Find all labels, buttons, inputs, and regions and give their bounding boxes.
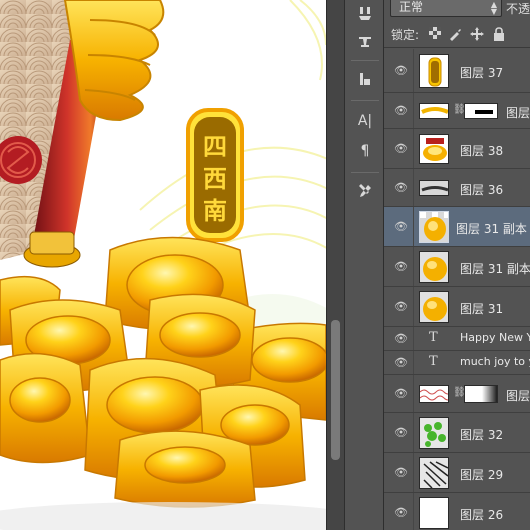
lock-position-icon[interactable]: [470, 27, 484, 41]
eye-column-divider: [413, 453, 414, 492]
blend-mode-select[interactable]: 正常 ▲ ▼: [390, 0, 502, 17]
lock-bar: 锁定:: [384, 22, 530, 48]
document-canvas[interactable]: 四 西 南: [0, 0, 326, 530]
layer-name[interactable]: 图层 31 副本: [460, 260, 530, 277]
layer-name[interactable]: 图层 37: [460, 64, 503, 81]
clone-source-icon[interactable]: [352, 30, 378, 52]
visibility-eye-icon[interactable]: 👁: [394, 356, 408, 370]
lock-all-icon[interactable]: [492, 27, 506, 41]
layer-row-text[interactable]: 👁 T much joy to y: [384, 351, 530, 375]
eye-column-divider: [413, 287, 414, 326]
golden-seal: 四 西 南: [186, 108, 244, 242]
layer-thumbnail: [419, 457, 449, 489]
seal-char-3: 南: [203, 196, 227, 225]
layer-row[interactable]: 👁 图层 36: [384, 169, 530, 207]
visibility-eye-icon[interactable]: 👁: [394, 181, 408, 195]
eye-column-divider: [413, 327, 414, 350]
visibility-eye-icon[interactable]: 👁: [394, 220, 408, 234]
eye-column-divider: [413, 129, 414, 168]
visibility-eye-icon[interactable]: 👁: [394, 142, 408, 156]
layer-name[interactable]: 图层 38: [460, 142, 503, 159]
layer-thumbnail: [419, 103, 449, 119]
eye-column-divider: [413, 413, 414, 452]
eye-column-divider: [413, 493, 414, 530]
eye-column-divider: [413, 49, 414, 92]
layer-name[interactable]: 图层 31: [460, 300, 503, 317]
layer-thumbnail: [419, 251, 449, 283]
paragraph-icon[interactable]: ¶: [352, 140, 378, 162]
layer-name[interactable]: Happy New Y: [460, 331, 530, 344]
seal-char-1: 四: [203, 132, 227, 161]
layers-panel: 正常 ▲ ▼ 不透 锁定: 👁 图层 37 👁 ⛓ 图层 👁 图层 38 👁 图…: [384, 0, 530, 530]
eye-column-divider: [413, 375, 414, 412]
layer-name[interactable]: 图层 29: [460, 466, 503, 483]
tool-separator: [351, 100, 379, 101]
visibility-eye-icon[interactable]: 👁: [394, 426, 408, 440]
layer-mask-thumbnail[interactable]: [464, 385, 498, 403]
eye-column-divider: [413, 93, 414, 128]
visibility-eye-icon[interactable]: 👁: [394, 260, 408, 274]
eye-column-divider: [413, 351, 414, 374]
layer-row[interactable]: 👁 ⛓ 图层: [384, 375, 530, 413]
layer-row[interactable]: 👁 图层 31 副本: [384, 247, 530, 287]
layer-name[interactable]: 图层: [506, 104, 530, 121]
layer-row[interactable]: 👁 图层 31: [384, 287, 530, 327]
document-vertical-scrollbar[interactable]: [326, 0, 344, 530]
lock-label: 锁定:: [391, 28, 420, 42]
layer-thumbnail: [419, 211, 449, 243]
layer-row[interactable]: 👁 图层 26: [384, 493, 530, 530]
visibility-eye-icon[interactable]: 👁: [394, 387, 408, 401]
layer-thumbnail: [419, 417, 449, 449]
layer-name[interactable]: 图层 31 副本: [456, 220, 527, 237]
panel-icon-strip: A| ¶: [344, 0, 384, 530]
layer-thumbnail: [419, 134, 449, 164]
visibility-eye-icon[interactable]: 👁: [394, 332, 408, 346]
text-layer-icon: T: [429, 354, 438, 369]
character-icon[interactable]: A|: [352, 110, 378, 132]
scrollbar-thumb[interactable]: [331, 320, 340, 460]
blend-mode-value: 正常: [399, 0, 424, 14]
tool-presets-icon[interactable]: [352, 180, 378, 202]
tool-separator: [351, 172, 379, 173]
layer-row-selected[interactable]: 👁 图层 31 副本: [384, 207, 530, 247]
visibility-eye-icon[interactable]: 👁: [394, 466, 408, 480]
layer-row[interactable]: 👁 图层 38: [384, 129, 530, 169]
history-icon[interactable]: [352, 68, 378, 90]
eye-column-divider: [413, 247, 414, 286]
layer-row[interactable]: 👁 图层 32: [384, 413, 530, 453]
visibility-eye-icon[interactable]: 👁: [394, 506, 408, 520]
layer-thumbnail: [419, 385, 449, 403]
visibility-eye-icon[interactable]: 👁: [394, 300, 408, 314]
layer-row[interactable]: 👁 图层 29: [384, 453, 530, 493]
brush-presets-icon[interactable]: [352, 2, 378, 24]
artwork: 四 西 南: [0, 0, 326, 530]
visibility-eye-icon[interactable]: 👁: [394, 104, 408, 118]
layer-thumbnail: [419, 497, 449, 529]
updown-arrows-icon: ▲ ▼: [490, 0, 497, 16]
eye-column-divider: [413, 169, 414, 206]
lock-image-pixels-icon[interactable]: [448, 27, 462, 41]
layer-name[interactable]: much joy to y: [460, 355, 530, 368]
layer-name[interactable]: 图层 26: [460, 506, 503, 523]
layer-mask-thumbnail[interactable]: [464, 103, 498, 119]
blend-mode-bar: 正常 ▲ ▼ 不透: [384, 0, 530, 20]
layer-name[interactable]: 图层 32: [460, 426, 503, 443]
layer-thumbnail: [419, 291, 449, 323]
layer-thumbnail: [419, 54, 449, 88]
layer-thumbnail: [419, 180, 449, 196]
layer-row[interactable]: 👁 图层 37: [384, 49, 530, 93]
layer-name[interactable]: 图层 36: [460, 181, 503, 198]
layer-row[interactable]: 👁 ⛓ 图层: [384, 93, 530, 129]
opacity-label: 不透: [506, 2, 530, 16]
layer-name[interactable]: 图层: [506, 387, 530, 404]
layer-list[interactable]: 👁 图层 37 👁 ⛓ 图层 👁 图层 38 👁 图层 36 👁 图层 31 副…: [384, 49, 530, 530]
layer-row-text[interactable]: 👁 T Happy New Y: [384, 327, 530, 351]
tool-separator: [351, 60, 379, 61]
gold-ingots: [0, 236, 326, 508]
eye-column-divider: [413, 207, 414, 246]
seal-char-2: 西: [203, 164, 227, 193]
lock-transparent-pixels-icon[interactable]: [428, 27, 442, 41]
text-layer-icon: T: [429, 330, 438, 345]
visibility-eye-icon[interactable]: 👁: [394, 64, 408, 78]
